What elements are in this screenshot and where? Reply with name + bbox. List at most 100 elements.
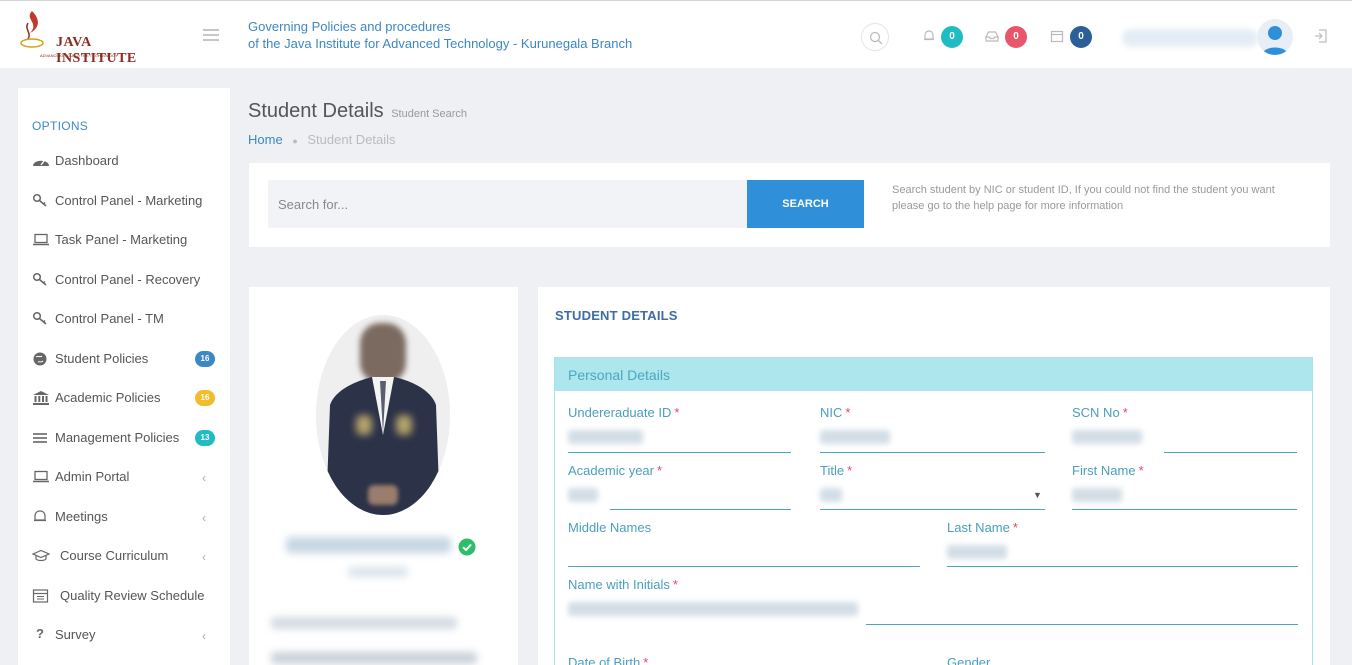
java-institute-logo[interactable]: JAVA INSTITUTE ADVANCING YOU TO THE TECH… <box>18 9 138 66</box>
sidebar-item-label: Course Curriculum <box>60 548 169 563</box>
inbox-icon[interactable] <box>985 29 999 43</box>
search-help-text: Search student by NIC or student ID, If … <box>892 184 1275 212</box>
sidebar-title: OPTIONS <box>32 119 89 133</box>
logout-icon[interactable] <box>1313 28 1329 44</box>
globe-icon <box>33 352 47 366</box>
title-label: Title * <box>820 463 853 478</box>
key-icon <box>32 193 47 207</box>
sidebar-item-label: Admin Portal <box>55 469 130 484</box>
student-sub-redacted <box>348 567 408 577</box>
sidebar-item-label: Meetings <box>55 509 108 524</box>
username-redacted[interactable] <box>1122 29 1258 47</box>
menu-toggle-icon[interactable] <box>203 29 219 41</box>
academic-year-label: Academic year * <box>568 463 663 478</box>
student-policies-badge: 16 <box>195 351 215 367</box>
sidebar-item-dashboard[interactable]: Dashboard <box>32 150 222 172</box>
nic-value <box>820 430 890 444</box>
undergraduate-id-field[interactable] <box>568 452 791 453</box>
student-portrait-image <box>316 315 450 515</box>
user-avatar[interactable] <box>1257 19 1293 55</box>
calendar-icon[interactable] <box>1050 29 1064 43</box>
student-search-input[interactable] <box>268 180 747 228</box>
name-with-initials-value <box>568 602 858 616</box>
student-details-card: STUDENT DETAILS Personal Details Underer… <box>538 287 1330 665</box>
dashboard-icon <box>33 160 49 166</box>
name-with-initials-field[interactable] <box>866 624 1298 625</box>
page-title-text: Student Details <box>248 100 384 122</box>
sidebar-item-course-curriculum[interactable]: Course Curriculum ‹ <box>32 545 222 567</box>
chevron-left-icon: ‹ <box>202 511 206 525</box>
calendar-icon <box>32 589 49 603</box>
laptop-icon <box>33 470 49 483</box>
search-card: SEARCH Search student by NIC or student … <box>249 163 1330 247</box>
title-select[interactable] <box>820 509 1045 510</box>
name-with-initials-label: Name with Initials * <box>568 577 678 592</box>
sidebar-item-label: Task Panel - Marketing <box>55 232 188 247</box>
search-button[interactable]: SEARCH <box>747 180 864 228</box>
chevron-left-icon: ‹ <box>202 550 206 564</box>
student-profile-card <box>249 287 518 665</box>
sidebar-item-management-policies[interactable]: Management Policies 13 <box>32 427 222 449</box>
flame-logo-icon <box>20 11 44 48</box>
breadcrumb-home-link[interactable]: Home <box>248 132 283 147</box>
sidebar-item-label: Control Panel - Recovery <box>55 272 201 287</box>
sidebar-item-survey[interactable]: ? Survey ‹ <box>32 624 222 646</box>
sidebar-item-label: Student Policies <box>55 351 149 366</box>
title-dropdown-arrow-icon[interactable]: ▼ <box>1033 490 1042 500</box>
user-avatar-icon <box>1262 26 1288 55</box>
sidebar-item-label: Dashboard <box>55 153 119 168</box>
personal-details-header[interactable]: Personal Details <box>555 358 1312 391</box>
student-name-redacted <box>286 537 451 553</box>
date-of-birth-label: Date of Birth * <box>568 655 649 665</box>
academic-year-field[interactable] <box>610 509 791 510</box>
last-name-label: Last Name * <box>947 520 1018 535</box>
last-name-value <box>947 545 1007 559</box>
sidebar-item-label: Control Panel - TM <box>55 311 164 326</box>
undergraduate-id-value <box>568 430 643 444</box>
scn-no-field[interactable] <box>1164 452 1297 453</box>
bell-icon <box>34 510 46 522</box>
first-name-value <box>1072 488 1122 502</box>
sidebar-item-label: Quality Review Schedule <box>60 588 205 603</box>
management-policies-badge: 13 <box>195 430 215 446</box>
sidebar-item-label: Control Panel - Marketing <box>55 193 203 208</box>
student-photo <box>316 315 450 515</box>
sidebar-item-meetings[interactable]: Meetings ‹ <box>32 506 222 528</box>
nic-field[interactable] <box>820 452 1045 453</box>
student-details-title: STUDENT DETAILS <box>555 308 678 323</box>
student-location-redacted <box>271 617 457 629</box>
sidebar-item-academic-policies[interactable]: Academic Policies 16 <box>32 387 222 409</box>
sidebar-item-student-policies[interactable]: Student Policies 16 <box>32 348 222 370</box>
breadcrumb: Home ● Student Details <box>248 132 396 147</box>
sidebar-item-quality-review-schedule[interactable]: Quality Review Schedule <box>32 585 222 607</box>
sidebar-item-control-panel-tm[interactable]: Control Panel - TM <box>32 308 222 330</box>
messages-badge[interactable]: 0 <box>1005 26 1027 48</box>
laptop-icon <box>33 233 49 246</box>
scn-no-value <box>1072 430 1142 444</box>
bell-icon[interactable] <box>922 29 936 43</box>
sidebar-item-admin-portal[interactable]: Admin Portal ‹ <box>32 466 222 488</box>
header-search-button[interactable] <box>861 23 889 51</box>
sidebar-item-control-panel-recovery[interactable]: Control Panel - Recovery <box>32 269 222 291</box>
nic-label: NIC * <box>820 405 851 420</box>
calendar-badge[interactable]: 0 <box>1070 26 1092 48</box>
gov-line-2: of the Java Institute for Advanced Techn… <box>248 36 633 51</box>
verified-check-icon <box>458 538 476 556</box>
sidebar-item-label: Management Policies <box>55 430 180 445</box>
sidebar-item-control-panel-marketing[interactable]: Control Panel - Marketing <box>32 190 222 212</box>
notifications-badge[interactable]: 0 <box>941 26 963 48</box>
first-name-label: First Name * <box>1072 463 1144 478</box>
key-icon <box>32 272 47 286</box>
list-icon <box>33 433 47 443</box>
last-name-field[interactable] <box>947 566 1298 567</box>
sidebar: OPTIONS Dashboard Control Panel - Market… <box>18 88 230 665</box>
student-info-redacted <box>271 652 477 664</box>
first-name-field[interactable] <box>1072 509 1297 510</box>
middle-names-label: Middle Names <box>568 520 652 535</box>
personal-details-panel: Personal Details Undereraduate ID * NIC * … <box>554 357 1313 665</box>
top-header: JAVA INSTITUTE ADVANCING YOU TO THE TECH… <box>0 0 1352 68</box>
middle-names-field[interactable] <box>568 566 920 567</box>
personal-details-title: Personal Details <box>568 367 670 383</box>
sidebar-item-task-panel-marketing[interactable]: Task Panel - Marketing <box>32 229 222 251</box>
sidebar-item-label: Academic Policies <box>55 390 161 405</box>
